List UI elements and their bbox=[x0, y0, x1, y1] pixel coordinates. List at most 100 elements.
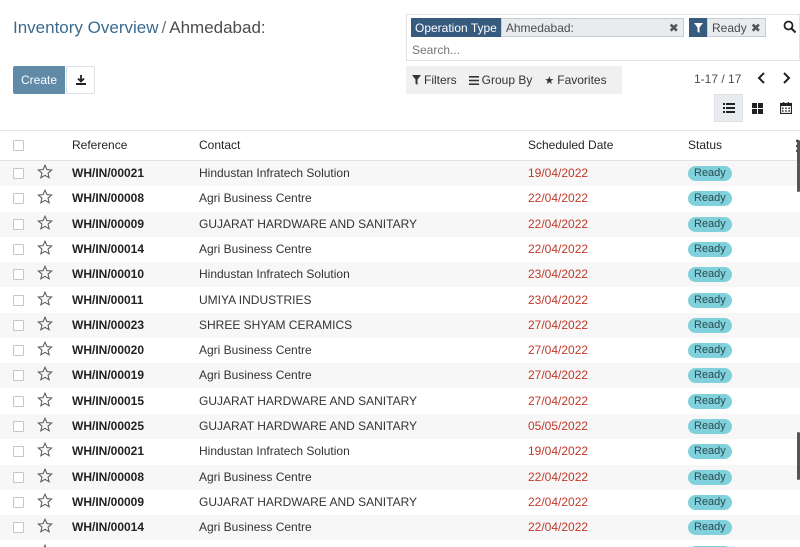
cell-scheduled-date: 23/04/2022 bbox=[528, 292, 589, 307]
cell-scheduled-date: 22/04/2022 bbox=[528, 494, 589, 509]
grid-icon bbox=[752, 102, 763, 114]
pager-value[interactable]: 1-17 / 17 bbox=[694, 72, 741, 86]
filters-button[interactable]: Filters bbox=[406, 66, 463, 94]
cell-reference: WH/IN/00014 bbox=[72, 520, 145, 535]
cell-contact: GUJARAT HARDWARE AND SANITARY bbox=[199, 419, 418, 433]
favorites-button[interactable]: ★ Favorites bbox=[538, 66, 612, 94]
row-checkbox[interactable] bbox=[13, 421, 24, 432]
row-checkbox[interactable] bbox=[13, 193, 24, 205]
cell-scheduled-date: 22/04/2022 bbox=[528, 241, 589, 256]
cell-contact: Agri Business Centre bbox=[199, 343, 312, 358]
calendar-icon bbox=[780, 102, 792, 114]
row-checkbox[interactable] bbox=[13, 471, 24, 483]
star-icon[interactable] bbox=[37, 341, 53, 357]
cell-scheduled-date: 05/05/2022 bbox=[528, 419, 589, 433]
cell-scheduled-date: 23/04/2022 bbox=[528, 267, 589, 282]
table-row[interactable]: WH/IN/00014 Agri Business Centre 22/04/202… bbox=[0, 237, 800, 262]
search-icon[interactable] bbox=[783, 20, 797, 34]
table-row[interactable]: WH/IN/00010Hindustan Infratech Solution2… bbox=[0, 262, 800, 288]
table-row[interactable]: WH/IN/00021 Hindustan Infratech Solution 1… bbox=[0, 161, 800, 186]
cell-reference: WH/IN/00008 bbox=[72, 191, 145, 206]
table-row[interactable]: WH/IN/00019 Agri Business Centre 27/04/202… bbox=[0, 363, 800, 389]
cell-contact: Hindustan Infratech Solution bbox=[199, 267, 350, 282]
group-by-button[interactable]: Group By bbox=[463, 66, 539, 94]
star-icon[interactable] bbox=[37, 492, 53, 509]
table-row[interactable]: WH/IN/00010Hindustan Infratech Solution2… bbox=[0, 541, 800, 547]
star-icon[interactable] bbox=[37, 391, 53, 408]
row-checkbox[interactable] bbox=[13, 218, 24, 230]
chevron-right-icon[interactable] bbox=[779, 71, 793, 87]
row-checkbox[interactable] bbox=[13, 243, 24, 255]
row-checkbox[interactable] bbox=[13, 522, 24, 534]
calendar-view-button[interactable] bbox=[772, 94, 800, 122]
table-row[interactable]: WH/IN/00023 SHREE SHYAM CERAMICS 27/04/202… bbox=[0, 312, 800, 338]
star-icon: ★ bbox=[544, 74, 555, 87]
select-all-checkbox[interactable] bbox=[13, 140, 24, 151]
cell-reference: WH/IN/00020 bbox=[72, 343, 145, 358]
table-header: Reference Contact Scheduled Date Status bbox=[0, 131, 800, 161]
row-checkbox[interactable] bbox=[13, 395, 24, 407]
star-icon[interactable] bbox=[37, 189, 53, 205]
table-row[interactable]: WH/IN/00020 Agri Business Centre 27/04/202… bbox=[0, 338, 800, 363]
facet-value-box: Ready ✖ bbox=[707, 18, 766, 37]
status-badge: Ready bbox=[688, 292, 732, 308]
chevron-left-icon[interactable] bbox=[755, 71, 769, 87]
star-icon[interactable] bbox=[37, 366, 53, 382]
cell-reference: WH/IN/00019 bbox=[72, 368, 145, 383]
star-icon[interactable] bbox=[37, 416, 53, 433]
cell-scheduled-date: 27/04/2022 bbox=[528, 393, 589, 408]
star-icon[interactable] bbox=[37, 518, 53, 534]
breadcrumb-parent-link[interactable]: Inventory Overview bbox=[13, 18, 159, 37]
table-row[interactable]: WH/IN/00021 Hindustan Infratech Solution 1… bbox=[0, 439, 800, 464]
star-icon[interactable] bbox=[37, 163, 53, 180]
star-icon[interactable] bbox=[37, 239, 53, 256]
status-badge: Ready bbox=[688, 166, 732, 181]
header-status[interactable]: Status bbox=[688, 138, 722, 152]
star-icon[interactable] bbox=[37, 467, 53, 484]
table-row[interactable]: WH/IN/00009 GUJARAT HARDWARE AND SANITARY… bbox=[0, 211, 800, 237]
table-row[interactable]: WH/IN/00014 Agri Business Centre 22/04/202… bbox=[0, 515, 800, 541]
search-bar: Operation Type Ahmedabad: ✖ Ready ✖ bbox=[406, 14, 800, 61]
cell-contact: SHREE SHYAM CERAMICS bbox=[199, 317, 353, 332]
cell-contact: Hindustan Infratech Solution bbox=[199, 444, 350, 459]
star-icon[interactable] bbox=[37, 265, 53, 281]
star-icon[interactable] bbox=[37, 214, 53, 231]
row-checkbox[interactable] bbox=[13, 294, 24, 306]
close-icon[interactable]: ✖ bbox=[669, 21, 679, 35]
cell-contact: GUJARAT HARDWARE AND SANITARY bbox=[199, 216, 418, 231]
search-input[interactable] bbox=[412, 42, 772, 58]
table-row[interactable]: WH/IN/00025 GUJARAT HARDWARE AND SANITARY… bbox=[0, 414, 800, 439]
download-button[interactable] bbox=[66, 66, 95, 94]
row-checkbox[interactable] bbox=[13, 345, 24, 357]
header-reference[interactable]: Reference bbox=[72, 138, 127, 152]
filters-bar: Filters Group By ★ Favorites bbox=[406, 66, 622, 94]
table-row[interactable]: WH/IN/00011 UMIYA INDUSTRIES 23/04/2022 Rea… bbox=[0, 288, 800, 313]
list-table: Reference Contact Scheduled Date Status … bbox=[0, 130, 800, 547]
status-badge: Ready bbox=[688, 419, 732, 434]
row-checkbox[interactable] bbox=[13, 370, 24, 382]
list-view-button[interactable] bbox=[714, 94, 743, 122]
row-checkbox[interactable] bbox=[13, 446, 24, 458]
table-row[interactable]: WH/IN/00009 GUJARAT HARDWARE AND SANITARY… bbox=[0, 490, 800, 515]
close-icon[interactable]: ✖ bbox=[751, 21, 761, 35]
facet-label-icon-box bbox=[689, 18, 707, 37]
table-row[interactable]: WH/IN/00008 Agri Business Centre 22/04/202… bbox=[0, 186, 800, 211]
cell-contact: Agri Business Centre bbox=[199, 520, 312, 535]
header-scheduled-date[interactable]: Scheduled Date bbox=[528, 138, 613, 152]
table-row[interactable]: WH/IN/00008 Agri Business Centre 22/04/202… bbox=[0, 464, 800, 490]
row-checkbox[interactable] bbox=[13, 319, 24, 331]
table-row[interactable]: WH/IN/00015 GUJARAT HARDWARE AND SANITARY… bbox=[0, 389, 800, 414]
star-icon[interactable] bbox=[37, 442, 53, 458]
kanban-view-button[interactable] bbox=[743, 94, 772, 122]
row-checkbox[interactable] bbox=[13, 269, 24, 281]
status-badge: Ready bbox=[688, 444, 732, 460]
header-contact[interactable]: Contact bbox=[199, 138, 240, 152]
create-button[interactable]: Create bbox=[13, 66, 65, 94]
star-icon[interactable] bbox=[37, 290, 53, 307]
star-icon[interactable] bbox=[37, 315, 53, 332]
row-checkbox[interactable] bbox=[13, 168, 24, 179]
cell-reference: WH/IN/00015 bbox=[72, 393, 145, 408]
cell-scheduled-date: 27/04/2022 bbox=[528, 368, 589, 383]
row-checkbox[interactable] bbox=[13, 496, 24, 508]
star-icon[interactable] bbox=[37, 543, 53, 547]
